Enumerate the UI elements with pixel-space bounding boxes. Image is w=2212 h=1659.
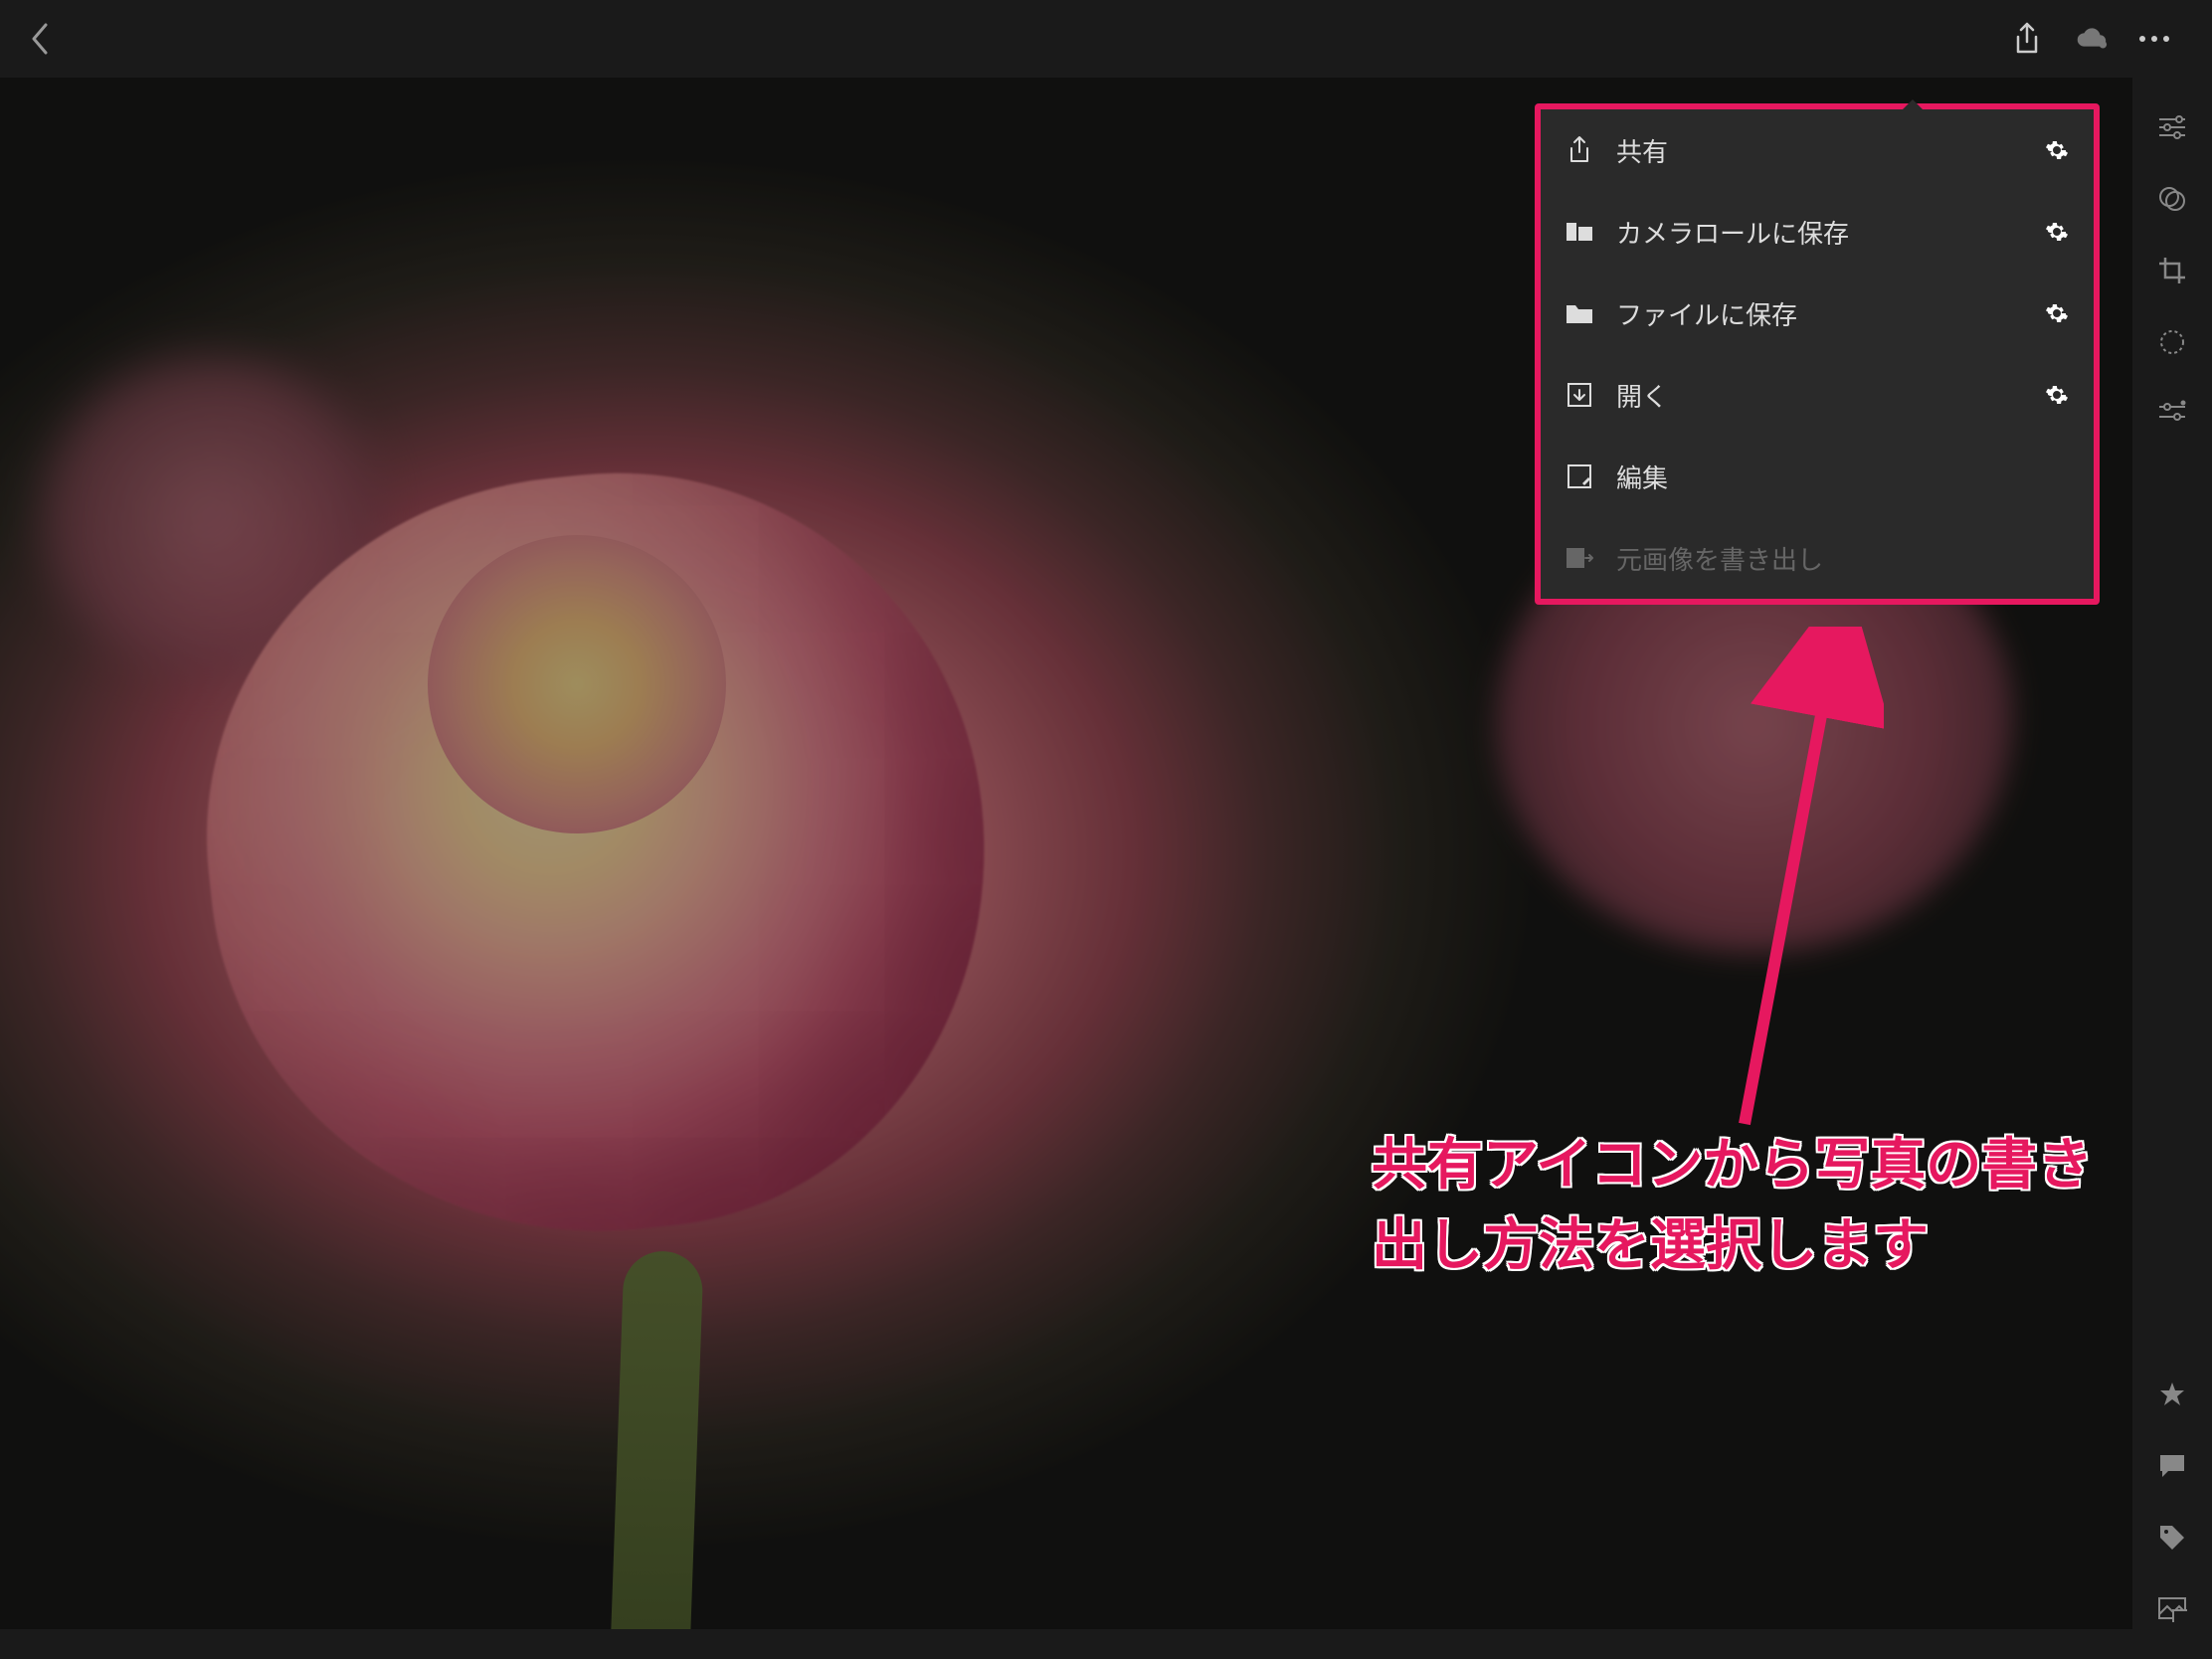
menu-item-label: 開く	[1616, 377, 2022, 414]
menu-item-save-files[interactable]: ファイルに保存	[1541, 273, 2094, 354]
sliders-icon	[2157, 112, 2187, 142]
gear-icon[interactable]	[2044, 300, 2070, 326]
annotation-text: 共有アイコンから写真の書き出し方法を選択します	[1372, 1124, 2108, 1285]
gear-icon[interactable]	[2044, 382, 2070, 408]
gear-icon[interactable]	[2044, 137, 2070, 163]
back-button[interactable]	[20, 19, 60, 59]
menu-item-label: ファイルに保存	[1616, 295, 2022, 332]
gear-icon[interactable]	[2044, 219, 2070, 245]
cloud-sync-button[interactable]	[2073, 21, 2109, 57]
menu-item-share[interactable]: 共有	[1541, 109, 2094, 191]
edit-icon	[1565, 461, 1594, 491]
rating-button[interactable]	[2154, 1377, 2190, 1412]
top-bar	[0, 0, 2212, 78]
crop-icon	[2157, 256, 2187, 285]
camera-roll-icon	[1565, 217, 1594, 247]
menu-item-edit-in[interactable]: 編集	[1541, 436, 2094, 517]
keywords-button[interactable]	[2154, 1520, 2190, 1556]
export-original-icon	[1565, 543, 1594, 573]
chevron-left-icon	[30, 23, 50, 55]
presets-button[interactable]	[2154, 181, 2190, 217]
healing-icon	[2157, 399, 2187, 429]
share-button[interactable]	[2009, 21, 2045, 57]
info-panel-button[interactable]	[2154, 1591, 2190, 1627]
menu-item-export-original: 元画像を書き出し	[1541, 517, 2094, 599]
masking-button[interactable]	[2154, 324, 2190, 360]
comments-button[interactable]	[2154, 1448, 2190, 1484]
menu-item-label: 元画像を書き出し	[1616, 540, 2070, 577]
speech-bubble-icon	[2158, 1453, 2186, 1479]
share-icon	[1565, 135, 1594, 165]
tag-icon	[2158, 1524, 2186, 1552]
menu-item-label: 共有	[1616, 132, 2022, 169]
dotted-circle-icon	[2157, 327, 2187, 357]
menu-item-open-in[interactable]: 開く	[1541, 354, 2094, 436]
open-in-icon	[1565, 380, 1594, 410]
menu-item-label: 編集	[1616, 459, 2070, 495]
crop-button[interactable]	[2154, 253, 2190, 288]
menu-item-label: カメラロールに保存	[1616, 214, 2022, 251]
annotation-arrow	[1705, 627, 1884, 1144]
star-icon	[2158, 1381, 2186, 1408]
folder-icon	[1565, 298, 1594, 328]
ellipsis-icon	[2137, 34, 2171, 44]
right-sidebar	[2132, 78, 2212, 1659]
healing-button[interactable]	[2154, 396, 2190, 432]
share-menu: 共有 カメラロールに保存 ファイルに保存 開く	[1535, 103, 2100, 605]
adjust-button[interactable]	[2154, 109, 2190, 145]
more-options-button[interactable]	[2136, 21, 2172, 57]
sidebar-bottom	[2154, 1377, 2190, 1659]
share-icon	[2012, 22, 2042, 56]
menu-item-save-camera-roll[interactable]: カメラロールに保存	[1541, 191, 2094, 273]
cloud-icon	[2073, 25, 2109, 53]
circles-icon	[2157, 184, 2187, 214]
image-info-icon	[2157, 1596, 2187, 1622]
top-bar-right	[2009, 21, 2192, 57]
